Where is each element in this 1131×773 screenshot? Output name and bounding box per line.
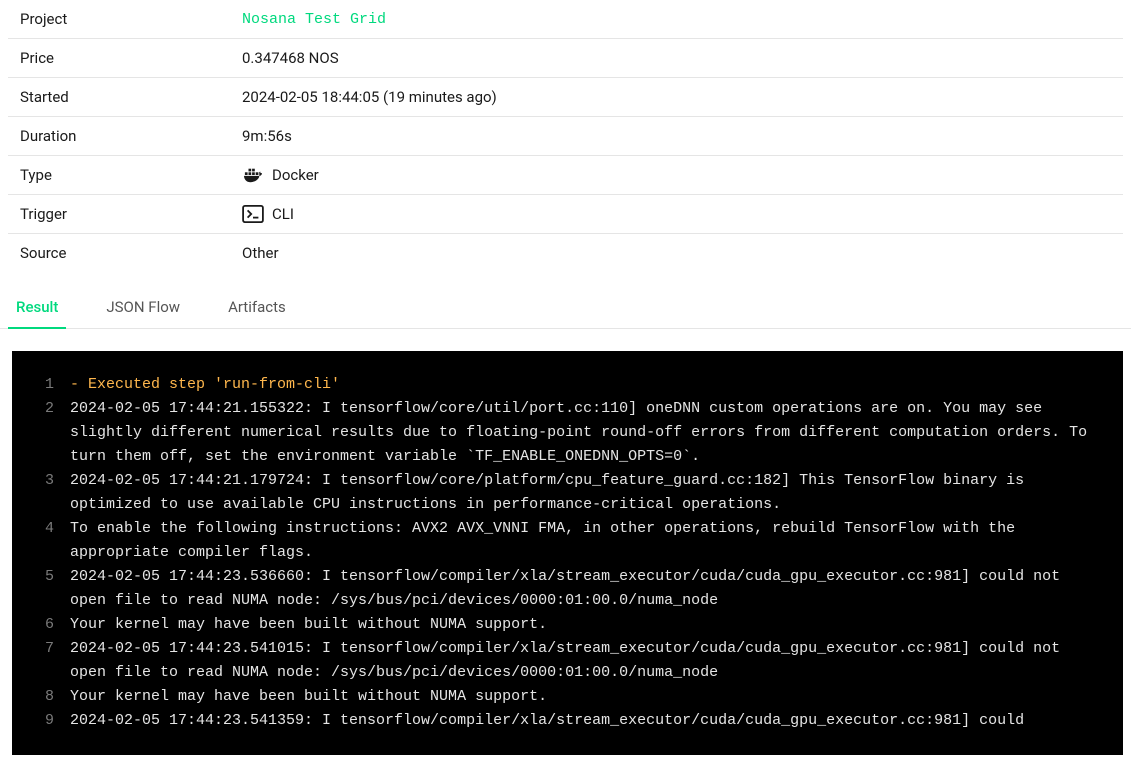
log-line: 52024-02-05 17:44:23.536660: I tensorflo…: [12, 565, 1123, 613]
tabs: Result JSON Flow Artifacts: [0, 286, 1131, 329]
tab-result[interactable]: Result: [8, 286, 66, 328]
price-label: Price: [20, 49, 242, 67]
log-line-text: 2024-02-05 17:44:21.179724: I tensorflow…: [70, 469, 1123, 517]
duration-label: Duration: [20, 127, 242, 145]
detail-row-type: Type Docker: [8, 156, 1123, 195]
detail-row-project: Project Nosana Test Grid: [8, 0, 1123, 39]
duration-value: 9m:56s: [242, 127, 292, 145]
log-line: 22024-02-05 17:44:21.155322: I tensorflo…: [12, 397, 1123, 469]
log-line-number: 4: [12, 517, 70, 565]
log-line-text: 2024-02-05 17:44:21.155322: I tensorflow…: [70, 397, 1123, 469]
log-line: 1- Executed step 'run-from-cli': [12, 373, 1123, 397]
log-line: 8Your kernel may have been built without…: [12, 685, 1123, 709]
log-line-text: 2024-02-05 17:44:23.536660: I tensorflow…: [70, 565, 1123, 613]
log-line: 4To enable the following instructions: A…: [12, 517, 1123, 565]
log-line-number: 5: [12, 565, 70, 613]
log-line-number: 3: [12, 469, 70, 517]
type-label: Type: [20, 166, 242, 184]
log-line-text: 2024-02-05 17:44:23.541359: I tensorflow…: [70, 709, 1123, 733]
project-value: Nosana Test Grid: [242, 11, 386, 28]
tab-artifacts[interactable]: Artifacts: [220, 286, 294, 328]
log-line: 6Your kernel may have been built without…: [12, 613, 1123, 637]
source-value: Other: [242, 244, 279, 262]
cli-icon: [242, 205, 264, 223]
type-text: Docker: [272, 166, 319, 184]
log-line-text: Your kernel may have been built without …: [70, 613, 1123, 637]
detail-row-started: Started 2024-02-05 18:44:05 (19 minutes …: [8, 78, 1123, 117]
result-panel: 1- Executed step 'run-from-cli'22024-02-…: [12, 351, 1123, 755]
project-link[interactable]: Nosana Test Grid: [242, 11, 386, 28]
log-line-number: 7: [12, 637, 70, 685]
log-line: 32024-02-05 17:44:21.179724: I tensorflo…: [12, 469, 1123, 517]
source-label: Source: [20, 244, 242, 262]
price-value: 0.347468 NOS: [242, 49, 339, 67]
tab-json-flow[interactable]: JSON Flow: [98, 286, 188, 328]
log-line-number: 9: [12, 709, 70, 733]
started-value: 2024-02-05 18:44:05 (19 minutes ago): [242, 88, 497, 106]
detail-row-duration: Duration 9m:56s: [8, 117, 1123, 156]
started-label: Started: [20, 88, 242, 106]
log-line-text: 2024-02-05 17:44:23.541015: I tensorflow…: [70, 637, 1123, 685]
project-label: Project: [20, 10, 242, 28]
log-line-text: To enable the following instructions: AV…: [70, 517, 1123, 565]
details-table: Project Nosana Test Grid Price 0.347468 …: [0, 0, 1131, 272]
log-line-text: Your kernel may have been built without …: [70, 685, 1123, 709]
log-line: 92024-02-05 17:44:23.541359: I tensorflo…: [12, 709, 1123, 733]
docker-icon: [242, 166, 264, 184]
log-line-number: 1: [12, 373, 70, 397]
log-line-text: - Executed step 'run-from-cli': [70, 373, 1123, 397]
log-line: 72024-02-05 17:44:23.541015: I tensorflo…: [12, 637, 1123, 685]
trigger-label: Trigger: [20, 205, 242, 223]
type-value: Docker: [242, 166, 319, 184]
detail-row-trigger: Trigger CLI: [8, 195, 1123, 234]
trigger-text: CLI: [272, 205, 294, 223]
log-line-number: 2: [12, 397, 70, 469]
log-line-number: 6: [12, 613, 70, 637]
detail-row-price: Price 0.347468 NOS: [8, 39, 1123, 78]
detail-row-source: Source Other: [8, 234, 1123, 272]
trigger-value: CLI: [242, 205, 294, 223]
log-line-number: 8: [12, 685, 70, 709]
